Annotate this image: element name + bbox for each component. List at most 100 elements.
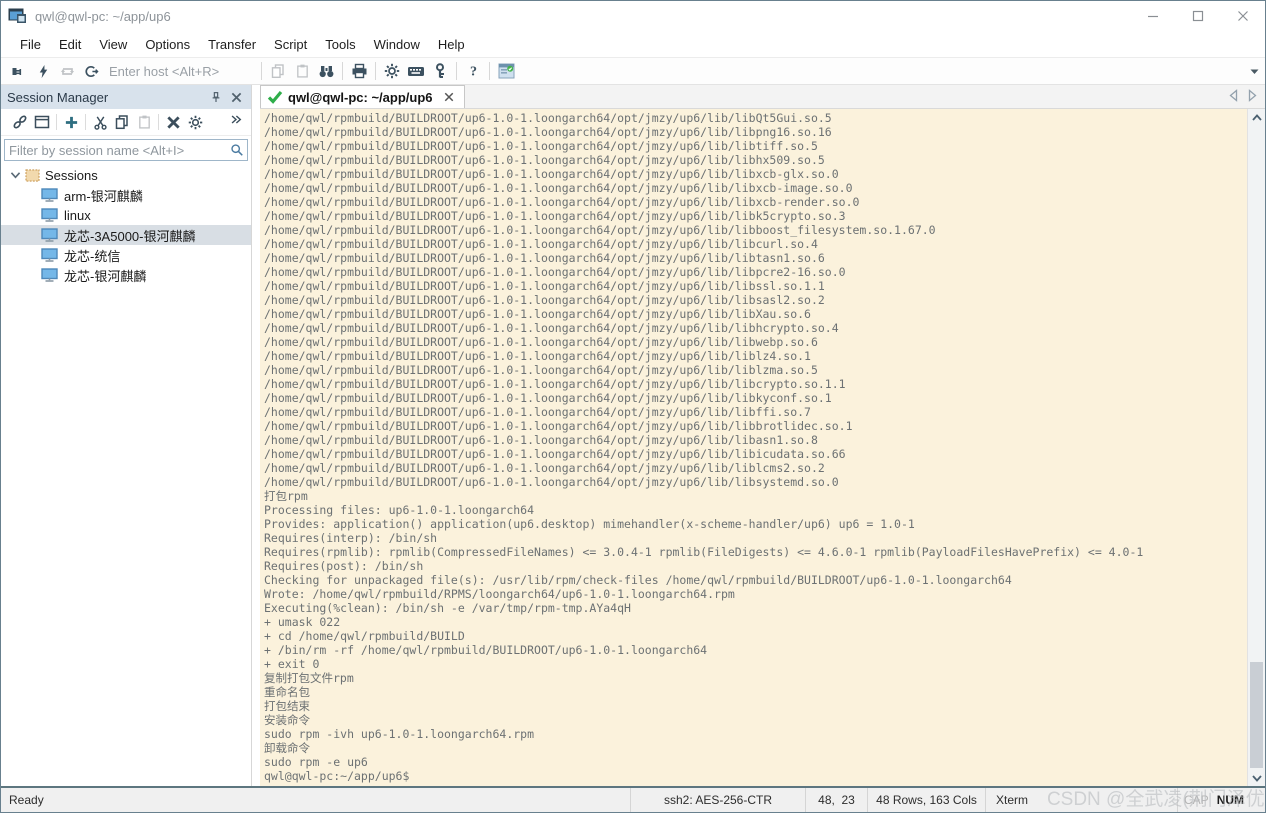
terminal-line: + exit 0	[264, 657, 1247, 671]
session-toolbar-separator	[158, 114, 159, 130]
session-item[interactable]: 龙芯-3A5000-银河麒麟	[1, 225, 251, 245]
tab-scroll-left-icon[interactable]	[1229, 89, 1238, 102]
delete-session-icon[interactable]	[162, 112, 184, 132]
session-item[interactable]: 龙芯-统信	[1, 245, 251, 265]
key-icon[interactable]	[428, 60, 452, 82]
terminal-line: /home/qwl/rpmbuild/BUILDROOT/up6-1.0-1.l…	[264, 139, 1247, 153]
maximize-button[interactable]	[1175, 1, 1220, 31]
window-controls	[1130, 1, 1265, 31]
session-label: 龙芯-统信	[64, 246, 120, 265]
menu-item[interactable]: Transfer	[199, 34, 265, 55]
menu-item[interactable]: File	[11, 34, 50, 55]
terminal-line: /home/qwl/rpmbuild/BUILDROOT/up6-1.0-1.l…	[264, 293, 1247, 307]
scroll-up-icon[interactable]	[1248, 109, 1265, 125]
menu-item[interactable]: View	[90, 34, 136, 55]
new-session-icon[interactable]	[7, 60, 31, 82]
options-gear-icon[interactable]	[380, 60, 404, 82]
title-bar: qwl@qwl-pc: ~/app/up6	[1, 1, 1265, 31]
toolbar-options-caret-icon[interactable]	[1250, 69, 1259, 75]
terminal-line: /home/qwl/rpmbuild/BUILDROOT/up6-1.0-1.l…	[264, 419, 1247, 433]
terminal-line: Provides: application() application(up6.…	[264, 517, 1247, 531]
terminal-line: /home/qwl/rpmbuild/BUILDROOT/up6-1.0-1.l…	[264, 461, 1247, 475]
chevron-down-icon[interactable]	[7, 171, 23, 180]
more-chevrons-icon[interactable]	[225, 109, 247, 129]
session-filter-input[interactable]	[5, 143, 227, 158]
paste-session-icon[interactable]	[133, 112, 155, 132]
menu-item[interactable]: Tools	[316, 34, 364, 55]
terminal-output[interactable]: /home/qwl/rpmbuild/BUILDROOT/up6-1.0-1.l…	[260, 109, 1247, 786]
print-icon[interactable]	[347, 60, 371, 82]
terminal-line: /home/qwl/rpmbuild/BUILDROOT/up6-1.0-1.l…	[264, 237, 1247, 251]
terminal-line: qwl@qwl-pc:~/app/up6$	[264, 769, 1247, 783]
menu-item[interactable]: Window	[365, 34, 429, 55]
terminal-line: + /bin/rm -rf /home/qwl/rpmbuild/BUILDRO…	[264, 643, 1247, 657]
copy-session-icon[interactable]	[111, 112, 133, 132]
pin-icon[interactable]	[207, 88, 225, 106]
connect-icon[interactable]	[9, 112, 31, 132]
keyboard-icon[interactable]	[404, 60, 428, 82]
terminal-line: /home/qwl/rpmbuild/BUILDROOT/up6-1.0-1.l…	[264, 223, 1247, 237]
terminal-line: /home/qwl/rpmbuild/BUILDROOT/up6-1.0-1.l…	[264, 181, 1247, 195]
find-icon[interactable]	[314, 60, 338, 82]
menu-item[interactable]: Options	[136, 34, 199, 55]
menu-item[interactable]: Help	[429, 34, 474, 55]
terminal-line: /home/qwl/rpmbuild/BUILDROOT/up6-1.0-1.l…	[264, 167, 1247, 181]
terminal-scrollbar[interactable]	[1247, 109, 1265, 786]
session-item[interactable]: arm-银河麒麟	[1, 185, 251, 205]
monitor-icon	[41, 228, 58, 243]
svg-text:?: ?	[469, 64, 476, 79]
session-item[interactable]: linux	[1, 205, 251, 225]
tab-close-icon[interactable]	[442, 90, 456, 104]
terminal-line: Requires(post): /bin/sh	[264, 559, 1247, 573]
minimize-button[interactable]	[1130, 1, 1175, 31]
terminal-line: /home/qwl/rpmbuild/BUILDROOT/up6-1.0-1.l…	[264, 251, 1247, 265]
terminal-line: 重命名包	[264, 685, 1247, 699]
menu-item[interactable]: Script	[265, 34, 316, 55]
cut-icon[interactable]	[89, 112, 111, 132]
terminal-line: /home/qwl/rpmbuild/BUILDROOT/up6-1.0-1.l…	[264, 209, 1247, 223]
panel-close-icon[interactable]	[227, 88, 245, 106]
session-list: arm-银河麒麟 linux	[1, 185, 251, 285]
session-properties-gear-icon[interactable]	[184, 112, 206, 132]
host-input[interactable]	[107, 63, 257, 80]
toolbar-separator	[456, 62, 457, 80]
panel-splitter[interactable]	[252, 85, 260, 786]
terminal-line: /home/qwl/rpmbuild/BUILDROOT/up6-1.0-1.l…	[264, 405, 1247, 419]
window-title: qwl@qwl-pc: ~/app/up6	[35, 9, 171, 24]
session-tree-root[interactable]: Sessions	[1, 165, 251, 185]
terminal-line: /home/qwl/rpmbuild/BUILDROOT/up6-1.0-1.l…	[264, 307, 1247, 321]
session-manager-pane-icon[interactable]	[494, 60, 518, 82]
session-toolbar-separator	[56, 114, 57, 130]
caps-lock-indicator: CAP	[1184, 793, 1209, 807]
close-button[interactable]	[1220, 1, 1265, 31]
app-icon	[8, 8, 27, 24]
copy-icon[interactable]	[266, 60, 290, 82]
reconnect-icon[interactable]	[55, 60, 79, 82]
terminal-line: Processing files: up6-1.0-1.loongarch64	[264, 503, 1247, 517]
session-label: 龙芯-3A5000-银河麒麟	[64, 226, 195, 245]
terminal-line: 打包结束	[264, 699, 1247, 713]
disconnect-icon[interactable]	[79, 60, 103, 82]
session-tab[interactable]: qwl@qwl-pc: ~/app/up6	[260, 85, 465, 108]
terminal-line: Requires(interp): /bin/sh	[264, 531, 1247, 545]
status-screen-size: 48 Rows, 163 Cols	[867, 788, 985, 812]
session-label: arm-银河麒麟	[64, 186, 143, 205]
paste-icon[interactable]	[290, 60, 314, 82]
menu-item[interactable]: Edit	[50, 34, 90, 55]
tab-scroll-right-icon[interactable]	[1248, 89, 1257, 102]
session-item[interactable]: 龙芯-银河麒麟	[1, 265, 251, 285]
scroll-down-icon[interactable]	[1248, 770, 1265, 786]
session-filter-box	[4, 139, 248, 161]
terminal-line: 打包rpm	[264, 489, 1247, 503]
terminal-line: 安装命令	[264, 713, 1247, 727]
toolbar-separator	[375, 62, 376, 80]
new-session-plus-icon[interactable]	[60, 112, 82, 132]
search-icon[interactable]	[227, 143, 247, 157]
session-label: linux	[64, 208, 91, 223]
help-icon[interactable]: ?	[461, 60, 485, 82]
scrollbar-thumb[interactable]	[1250, 662, 1263, 768]
status-encryption: ssh2: AES-256-CTR	[630, 788, 805, 812]
terminal-line: sudo rpm -e up6	[264, 755, 1247, 769]
new-window-icon[interactable]	[31, 112, 53, 132]
quick-connect-icon[interactable]	[31, 60, 55, 82]
